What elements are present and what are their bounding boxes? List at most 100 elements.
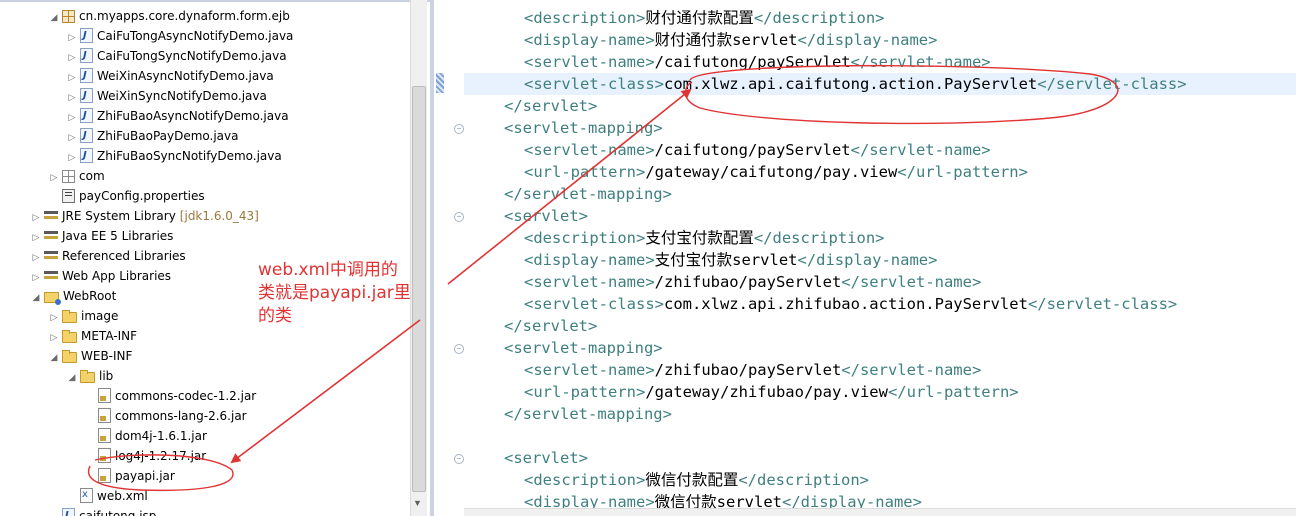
code-line[interactable]: <servlet-mapping> (464, 337, 1296, 359)
collapsed-arrow-icon[interactable]: ▷ (30, 228, 42, 248)
tree-item-label: ZhiFuBaoPayDemo.java (97, 129, 239, 143)
collapsed-arrow-icon[interactable]: ▷ (30, 208, 42, 228)
tree-item[interactable]: ◢ WebRoot (30, 286, 116, 306)
tree-item[interactable]: ◢ WEB-INF (48, 346, 132, 366)
xml-tag: </url-pattern> (887, 383, 1019, 401)
tree-item-label: payConfig.properties (79, 189, 205, 203)
tree-item-label: Web App Libraries (62, 269, 172, 283)
code-line[interactable]: <servlet> (464, 447, 1296, 469)
webroot-folder-icon (44, 292, 61, 305)
expanded-arrow-icon[interactable]: ◢ (48, 348, 60, 368)
tree-item[interactable]: ▷ WeiXinAsyncNotifyDemo.java (66, 66, 274, 86)
fold-toggle-icon[interactable]: − (454, 344, 464, 354)
xml-text: /gateway/caifutong/pay.view (645, 163, 898, 181)
tree-item[interactable]: web.xml (66, 485, 148, 506)
library-icon (44, 209, 58, 223)
xml-tag: </url-pattern> (897, 163, 1028, 181)
library-icon (44, 229, 58, 243)
tree-item[interactable]: commons-lang-2.6.jar (84, 406, 247, 426)
code-line[interactable]: <servlet> (464, 205, 1296, 227)
editor-horizontal-scrollbar[interactable] (464, 508, 1296, 516)
code-line[interactable]: <servlet-mapping> (464, 117, 1296, 139)
tree-item[interactable]: ◢ cn.myapps.core.dynaform.form.ejb (48, 6, 290, 26)
code-line[interactable]: <url-pattern>/gateway/caifutong/pay.view… (464, 161, 1296, 183)
tree-item[interactable]: ▷ Java EE 5 Libraries (30, 226, 174, 248)
expanded-arrow-icon[interactable]: ◢ (66, 368, 78, 388)
code-line[interactable]: <description>微信付款配置</description> (464, 469, 1296, 491)
code-line[interactable]: <servlet-name>/zhifubao/payServlet</serv… (464, 271, 1296, 293)
tree-item[interactable]: commons-codec-1.2.jar (84, 386, 256, 406)
xml-text: 微信付款配置 (645, 471, 739, 489)
tree-item[interactable]: ▷ META-INF (48, 326, 137, 346)
tree-item-decoration: [jdk1.6.0_43] (179, 209, 259, 223)
tree-item[interactable]: ▷ com (48, 166, 105, 186)
java-file-icon (80, 126, 93, 146)
scroll-down-arrow-icon[interactable]: ▼ (413, 498, 422, 508)
code-line[interactable] (464, 425, 1296, 447)
properties-file-icon (62, 189, 75, 203)
tree-item[interactable]: log4j-1.2.17.jar (84, 446, 206, 466)
collapsed-arrow-icon[interactable]: ▷ (30, 248, 42, 268)
tree-item[interactable]: ▷ CaiFuTongAsyncNotifyDemo.java (66, 26, 294, 48)
collapsed-arrow-icon[interactable]: ▷ (48, 308, 60, 328)
tree-item[interactable]: ▷ image (48, 306, 118, 326)
tree-item[interactable]: ▷ CaiFuTongSyncNotifyDemo.java (66, 46, 287, 66)
xml-tag: </servlet> (504, 97, 598, 115)
xml-tag: <servlet-mapping> (504, 339, 663, 357)
tree-item[interactable]: ▷ Web App Libraries (30, 266, 172, 288)
tree-item[interactable]: ▷ ZhiFuBaoSyncNotifyDemo.java (66, 146, 282, 166)
tree-item[interactable]: ▷ ZhiFuBaoPayDemo.java (66, 126, 239, 146)
folder-icon (62, 310, 77, 323)
code-line[interactable]: <description>财付通付款配置</description> (464, 7, 1296, 29)
collapsed-arrow-icon[interactable]: ▷ (66, 88, 78, 108)
code-line[interactable]: </servlet> (464, 315, 1296, 337)
tree-item[interactable]: payapi.jar (84, 466, 175, 486)
xml-tag: <servlet-class> (524, 75, 664, 93)
tree-item[interactable]: ◢ lib (66, 366, 113, 386)
xml-tag: </display-name> (797, 251, 938, 269)
code-line[interactable]: <servlet-name>/caifutong/payServlet</ser… (464, 139, 1296, 161)
tree-item[interactable]: ▷ Referenced Libraries (30, 246, 186, 266)
code-line[interactable]: </servlet-mapping> (464, 403, 1296, 425)
collapsed-arrow-icon[interactable]: ▷ (66, 68, 78, 88)
collapsed-arrow-icon[interactable]: ▷ (66, 108, 78, 128)
collapsed-arrow-icon[interactable]: ▷ (66, 48, 78, 68)
xml-editor[interactable]: <description>财付通付款配置</description> <displ… (434, 0, 1296, 516)
fold-toggle-icon[interactable]: − (454, 212, 464, 222)
xml-text: 支付宝付款servlet (654, 251, 798, 269)
code-line[interactable]: <servlet-class>com.xlwz.api.zhifubao.act… (464, 293, 1296, 315)
collapsed-arrow-icon[interactable]: ▷ (48, 328, 60, 348)
fold-toggle-icon[interactable]: − (454, 454, 464, 464)
code-line[interactable]: <display-name>支付宝付款servlet</display-name… (464, 249, 1296, 271)
tree-item[interactable]: payConfig.properties (48, 186, 205, 206)
code-line[interactable]: <servlet-name>/caifutong/payServlet</ser… (464, 51, 1296, 73)
collapsed-arrow-icon[interactable]: ▷ (30, 268, 42, 288)
tree-item-label: ZhiFuBaoSyncNotifyDemo.java (97, 149, 282, 163)
current-line-marker (436, 73, 444, 93)
expanded-arrow-icon[interactable]: ◢ (30, 288, 42, 308)
xml-tag: </servlet-name> (841, 361, 982, 379)
expanded-arrow-icon[interactable]: ◢ (48, 8, 60, 28)
tree-item[interactable]: ▷ JRE System Library [jdk1.6.0_43] (30, 206, 259, 226)
tree-item-label: JRE System Library (62, 209, 176, 223)
tree-item[interactable]: dom4j-1.6.1.jar (84, 426, 207, 446)
xml-tag: <servlet-name> (524, 53, 655, 71)
code-line[interactable]: </servlet-mapping> (464, 183, 1296, 205)
tree-item[interactable]: caifutong.jsp (48, 506, 156, 516)
tree-item-label: CaiFuTongSyncNotifyDemo.java (97, 49, 287, 63)
code-line[interactable]: <display-name>财付通付款servlet</display-name… (464, 29, 1296, 51)
tree-item[interactable]: ▷ WeiXinSyncNotifyDemo.java (66, 86, 267, 106)
code-line[interactable]: <url-pattern>/gateway/zhifubao/pay.view<… (464, 381, 1296, 403)
code-line[interactable]: <servlet-name>/zhifubao/payServlet</serv… (464, 359, 1296, 381)
code-line[interactable]: <description>支付宝付款配置</description> (464, 227, 1296, 249)
fold-toggle-icon[interactable]: − (454, 124, 464, 134)
tree-item[interactable]: ▷ ZhiFuBaoAsyncNotifyDemo.java (66, 106, 289, 126)
code-line-current[interactable]: <servlet-class>com.xlwz.api.caifutong.ac… (464, 73, 1296, 95)
code-line[interactable]: </servlet> (464, 95, 1296, 117)
collapsed-arrow-icon[interactable]: ▷ (66, 28, 78, 48)
jsp-file-icon (62, 506, 75, 516)
collapsed-arrow-icon[interactable]: ▷ (66, 148, 78, 168)
jar-file-icon (98, 388, 111, 403)
collapsed-arrow-icon[interactable]: ▷ (48, 168, 60, 188)
collapsed-arrow-icon[interactable]: ▷ (66, 128, 78, 148)
